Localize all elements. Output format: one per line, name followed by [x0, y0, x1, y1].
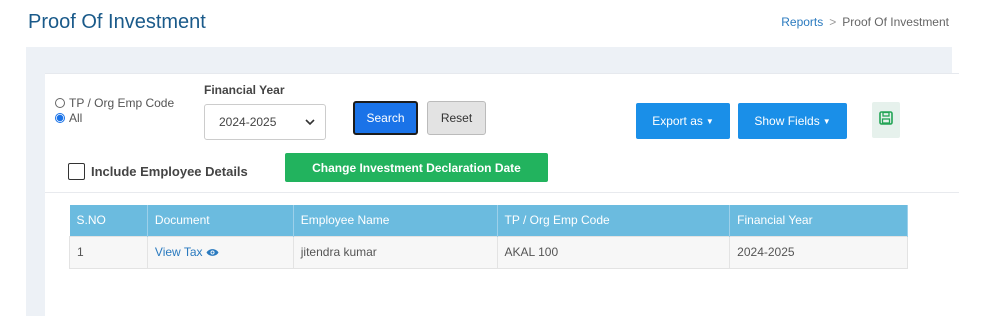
radio-emp-code[interactable]: [55, 98, 65, 108]
cell-employee-name: jitendra kumar: [292, 235, 498, 269]
search-button[interactable]: Search: [353, 101, 418, 135]
financial-year-label: Financial Year: [204, 83, 285, 97]
save-button[interactable]: [872, 102, 900, 138]
breadcrumb-reports-link[interactable]: Reports: [781, 15, 823, 29]
breadcrumb-separator: >: [829, 15, 837, 29]
page-title: Proof Of Investment: [28, 11, 206, 33]
show-fields-button[interactable]: Show Fields ▼: [738, 103, 847, 139]
breadcrumb-current: Proof Of Investment: [842, 15, 949, 29]
header-financial-year[interactable]: Financial Year: [729, 205, 908, 236]
table-header-row: S.NO Document Employee Name TP / Org Emp…: [69, 205, 908, 236]
chevron-down-icon: [305, 118, 315, 129]
change-investment-declaration-date-button[interactable]: Change Investment Declaration Date: [285, 153, 548, 182]
show-fields-label: Show Fields: [754, 114, 820, 128]
save-icon: [879, 110, 893, 130]
radio-option-emp-code[interactable]: TP / Org Emp Code: [55, 96, 179, 111]
cell-financial-year: 2024-2025: [729, 235, 908, 269]
radio-all-label: All: [69, 111, 83, 125]
search-type-radio-group: TP / Org Emp Code All: [55, 96, 179, 126]
radio-all[interactable]: [55, 113, 65, 123]
radio-emp-code-label: TP / Org Emp Code: [69, 96, 175, 110]
view-tax-link[interactable]: View Tax: [155, 245, 203, 259]
financial-year-value: 2024-2025: [219, 115, 277, 129]
include-employee-details-label: Include Employee Details: [91, 164, 248, 179]
include-employee-details-checkbox[interactable]: [68, 163, 85, 180]
header-employee-name[interactable]: Employee Name: [293, 205, 498, 236]
include-employee-details[interactable]: Include Employee Details: [68, 163, 248, 180]
results-table: S.NO Document Employee Name TP / Org Emp…: [69, 205, 908, 269]
export-as-button[interactable]: Export as ▼: [636, 103, 730, 139]
table-row: 1 View Tax jitendra kumar AKAL 100 2024-…: [69, 235, 908, 269]
header-sno[interactable]: S.NO: [69, 205, 148, 236]
eye-icon[interactable]: [206, 245, 219, 259]
header-document[interactable]: Document: [147, 205, 294, 236]
divider: [45, 192, 959, 193]
export-as-label: Export as: [652, 114, 703, 128]
cell-sno: 1: [69, 235, 148, 269]
radio-option-all[interactable]: All: [55, 111, 179, 126]
cell-document[interactable]: View Tax: [146, 235, 294, 269]
financial-year-select[interactable]: 2024-2025: [204, 104, 326, 140]
header-emp-code[interactable]: TP / Org Emp Code: [497, 205, 731, 236]
cell-emp-code: AKAL 100: [496, 235, 731, 269]
caret-down-icon: ▼: [705, 116, 714, 126]
reset-button[interactable]: Reset: [427, 101, 486, 135]
caret-down-icon: ▼: [822, 116, 831, 126]
breadcrumb: Reports > Proof Of Investment: [781, 15, 949, 29]
